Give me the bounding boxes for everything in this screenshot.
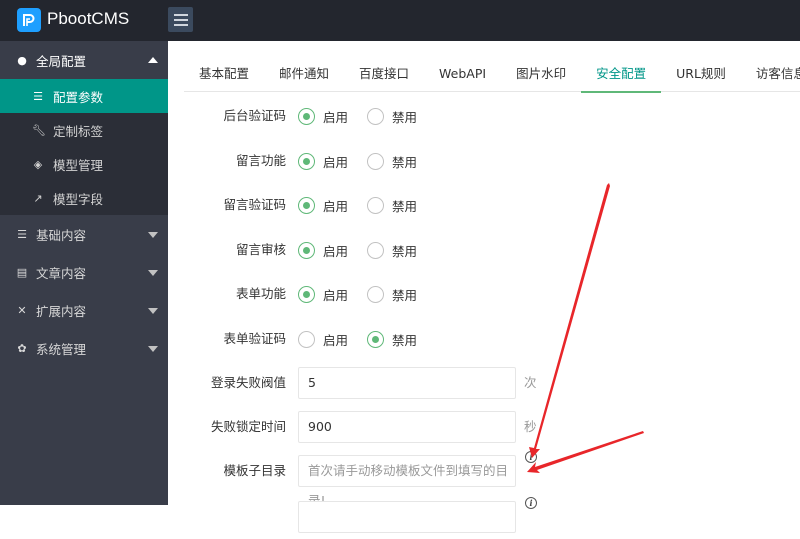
wrench-icon: 🔧︎ [32, 123, 46, 137]
field-label: 留言功能 [235, 153, 286, 168]
tab-visitor-info[interactable]: 访客信息 [741, 56, 800, 92]
field-label: 失败锁定时间 [210, 419, 286, 434]
sidebar: ● 全局配置 ☰ 配置参数 🔧︎ 定制标签 ◈ 模型管理 ↗ 模型字段 ☰ 基础… [0, 41, 168, 505]
external-link-icon: ↗ [33, 191, 43, 205]
sliders-icon: ☰ [17, 227, 27, 241]
form-row-admin-captcha: 后台验证码 启用 禁用 [168, 97, 800, 135]
file-icon: ▤ [16, 265, 28, 279]
tab-security-config[interactable]: 安全配置 [581, 56, 662, 93]
brand-name: PbootCMS [47, 9, 130, 28]
info-icon[interactable]: i [525, 451, 537, 463]
sidebar-group-label: 系统管理 [36, 341, 87, 357]
form-row-login-fail-threshold: 登录失败阀值 5 次 [168, 367, 800, 405]
unit-label: 秒 [524, 419, 537, 434]
caret-up-icon [148, 57, 158, 63]
radio-enable[interactable]: 启用 [298, 196, 348, 214]
tab-basic-config[interactable]: 基本配置 [184, 56, 264, 92]
radio-disable[interactable]: 禁用 [367, 107, 417, 125]
sidebar-group-basic-content[interactable]: ☰ 基础内容 [0, 215, 168, 253]
radio-disable[interactable]: 禁用 [367, 285, 417, 303]
field-label: 留言审核 [235, 242, 286, 257]
radio-enable[interactable]: 启用 [298, 285, 348, 303]
radio-disable[interactable]: 禁用 [367, 196, 417, 214]
sidebar-group-label: 文章内容 [36, 265, 87, 281]
sidebar-item-label: 定制标签 [53, 123, 104, 139]
field-label: 后台验证码 [223, 108, 286, 123]
unit-label: 次 [524, 375, 537, 390]
field-label: 模板子目录 [223, 463, 286, 478]
field-label: 留言验证码 [223, 197, 286, 212]
tab-image-watermark[interactable]: 图片水印 [501, 56, 581, 92]
tab-url-rules[interactable]: URL规则 [661, 56, 741, 92]
sidebar-group-label: 基础内容 [36, 227, 87, 243]
cube-icon: ◈ [33, 157, 43, 171]
sidebar-item-model-manage[interactable]: ◈ 模型管理 [0, 147, 168, 181]
sidebar-submenu: ☰ 配置参数 🔧︎ 定制标签 ◈ 模型管理 ↗ 模型字段 [0, 79, 168, 215]
sidebar-item-custom-tags[interactable]: 🔧︎ 定制标签 [0, 113, 168, 147]
form-row-next: i [168, 497, 800, 539]
sidebar-group-system-manage[interactable]: ✿ 系统管理 [0, 329, 168, 367]
sidebar-item-label: 模型管理 [53, 157, 104, 173]
sidebar-group-global-config[interactable]: ● 全局配置 [0, 41, 168, 79]
form-row-message-function: 留言功能 启用 禁用 [168, 142, 800, 180]
lock-time-input[interactable]: 900 [298, 411, 516, 443]
tab-email-notify[interactable]: 邮件通知 [264, 56, 344, 92]
form-row-template-subdir: 模板子目录 首次请手动移动模板文件到填写的目录! i [168, 451, 800, 508]
form-row-lock-time: 失败锁定时间 900 秒 [168, 411, 800, 449]
pboot-logo-icon [17, 8, 41, 32]
sidebar-group-label: 扩展内容 [36, 303, 87, 319]
field-label: 表单功能 [235, 286, 286, 301]
sidebar-item-config-params[interactable]: ☰ 配置参数 [0, 79, 168, 113]
top-header: PbootCMS [0, 0, 800, 41]
radio-enable[interactable]: 启用 [298, 241, 348, 259]
expand-icon: ✕ [17, 303, 27, 317]
caret-down-icon [148, 346, 158, 352]
main-content: 基本配置 邮件通知 百度接口 WebAPI 图片水印 安全配置 URL规则 访客… [168, 41, 800, 533]
gear-icon: ✿ [17, 341, 27, 355]
caret-down-icon [148, 308, 158, 314]
form-row-message-review: 留言审核 启用 禁用 [168, 231, 800, 269]
caret-down-icon [148, 270, 158, 276]
info-icon[interactable]: i [525, 497, 537, 509]
tab-baidu-api[interactable]: 百度接口 [344, 56, 424, 92]
sidebar-item-label: 配置参数 [53, 89, 104, 105]
globe-icon: ● [17, 53, 27, 67]
settings-tabs: 基本配置 邮件通知 百度接口 WebAPI 图片水印 安全配置 URL规则 访客… [184, 56, 800, 93]
radio-enable[interactable]: 启用 [298, 152, 348, 170]
form-row-message-captcha: 留言验证码 启用 禁用 [168, 186, 800, 224]
hamburger-icon [173, 13, 188, 16]
field-label: 表单验证码 [223, 331, 286, 346]
form-row-form-function: 表单功能 启用 禁用 [168, 275, 800, 313]
caret-down-icon [148, 232, 158, 238]
radio-disable[interactable]: 禁用 [367, 241, 417, 259]
radio-enable[interactable]: 启用 [298, 107, 348, 125]
radio-enable[interactable]: 启用 [298, 330, 348, 348]
radio-disable[interactable]: 禁用 [367, 330, 417, 348]
sidebar-item-label: 模型字段 [53, 191, 104, 207]
menu-toggle-button[interactable] [168, 7, 193, 32]
template-subdir-input[interactable]: 首次请手动移动模板文件到填写的目录! [298, 455, 516, 508]
field-label: 登录失败阀值 [210, 375, 286, 390]
sidebar-group-article-content[interactable]: ▤ 文章内容 [0, 253, 168, 291]
sidebar-item-model-fields[interactable]: ↗ 模型字段 [0, 181, 168, 215]
sliders-icon: ☰ [33, 89, 43, 103]
next-field-input[interactable] [298, 501, 516, 533]
tab-webapi[interactable]: WebAPI [424, 56, 501, 92]
form-row-form-captcha: 表单验证码 启用 禁用 [168, 320, 800, 358]
sidebar-group-label: 全局配置 [36, 53, 87, 69]
sidebar-group-extended-content[interactable]: ✕ 扩展内容 [0, 291, 168, 329]
login-fail-threshold-input[interactable]: 5 [298, 367, 516, 399]
radio-disable[interactable]: 禁用 [367, 152, 417, 170]
